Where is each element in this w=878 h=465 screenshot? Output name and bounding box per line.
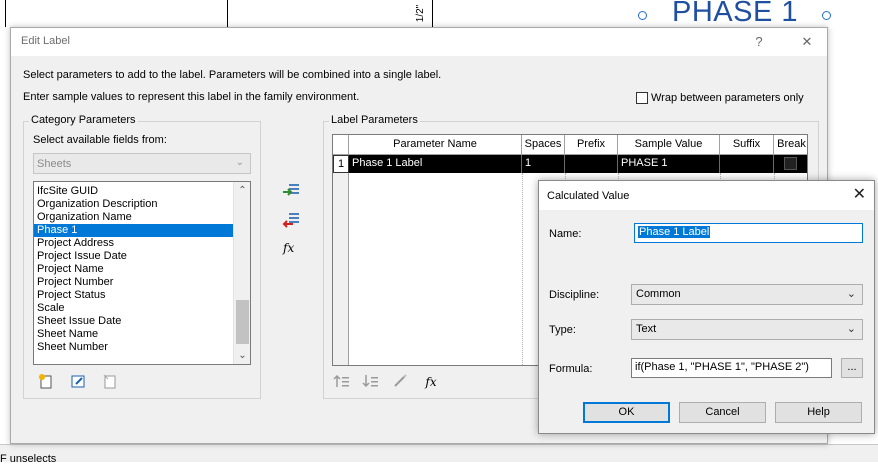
list-item[interactable]: Project Number: [34, 276, 233, 289]
list-item-selected[interactable]: Phase 1: [34, 224, 233, 237]
edit-parameter-icon[interactable]: [69, 373, 87, 391]
close-icon[interactable]: ✕: [853, 185, 866, 205]
dialog-title: Edit Label: [21, 35, 70, 47]
formula-browse-button[interactable]: ...: [841, 358, 863, 378]
intro-text-line1: Select parameters to add to the label. P…: [23, 69, 442, 81]
fx-calculated-icon[interactable]: fx: [283, 241, 303, 259]
list-scrollbar[interactable]: ⌃ ⌄: [233, 182, 250, 364]
scroll-up-icon[interactable]: ⌃: [234, 182, 250, 199]
discipline-value: Common: [636, 288, 681, 300]
move-up-icon[interactable]: [333, 373, 351, 391]
list-item[interactable]: Project Status: [34, 289, 233, 302]
grip-handle-right[interactable]: [822, 11, 831, 20]
list-item[interactable]: Project Issue Date: [34, 250, 233, 263]
category-group-title: Category Parameters: [29, 114, 138, 126]
drawing-line: [432, 0, 433, 27]
col-header-suffix[interactable]: Suffix: [720, 135, 774, 155]
cell-break[interactable]: [774, 155, 807, 173]
label-group-title: Label Parameters: [329, 114, 420, 126]
status-text: F unselects: [0, 453, 57, 465]
type-label: Type:: [549, 324, 576, 336]
list-item[interactable]: Sheet Number: [34, 341, 233, 354]
list-item[interactable]: Project Name: [34, 263, 233, 276]
status-bar: [0, 444, 878, 462]
list-item[interactable]: Sheet Issue Date: [34, 315, 233, 328]
calculated-value-dialog: Calculated Value ✕ Name: Phase 1 Label D…: [538, 180, 875, 434]
grip-handle-left[interactable]: [638, 11, 647, 20]
cell-sample-value[interactable]: PHASE 1: [618, 155, 720, 173]
formula-label: Formula:: [549, 363, 593, 375]
list-item[interactable]: IfcSite GUID: [34, 185, 233, 198]
wrap-checkbox[interactable]: [636, 92, 648, 104]
cell-suffix[interactable]: [720, 155, 774, 173]
edit-value-icon[interactable]: [392, 373, 410, 391]
col-header-break[interactable]: Break: [774, 135, 807, 155]
delete-parameter-icon[interactable]: [101, 373, 119, 391]
col-header-sample-value[interactable]: Sample Value: [618, 135, 720, 155]
type-select[interactable]: Text ⌄: [631, 319, 863, 340]
calc-title: Calculated Value: [547, 190, 630, 202]
close-button[interactable]: ✕: [795, 32, 819, 52]
name-field[interactable]: Phase 1 Label: [634, 223, 863, 243]
row-header-corner: [333, 135, 349, 155]
calc-titlebar[interactable]: Calculated Value ✕: [539, 181, 874, 210]
fx-edit-symbol: fx: [425, 375, 437, 389]
help-title-button[interactable]: ?: [747, 32, 771, 52]
list-item[interactable]: Scale: [34, 302, 233, 315]
grid-divider: [522, 173, 523, 365]
name-label: Name:: [549, 228, 582, 240]
cell-parameter-name[interactable]: Phase 1 Label: [349, 155, 522, 173]
list-item[interactable]: Sheet Name: [34, 328, 233, 341]
discipline-select[interactable]: Common ⌄: [631, 284, 863, 305]
ok-button[interactable]: OK: [583, 402, 670, 423]
row-header-column: [333, 155, 349, 365]
help-button[interactable]: Help: [775, 402, 862, 423]
type-value: Text: [636, 323, 657, 335]
name-field-value: Phase 1 Label: [638, 226, 711, 238]
cancel-button[interactable]: Cancel: [679, 402, 766, 423]
fx-edit-icon[interactable]: fx: [422, 373, 440, 391]
drawing-line: [5, 0, 6, 27]
source-category-combo[interactable]: Sheets ⌄: [33, 153, 251, 174]
table-row[interactable]: 1 Phase 1 Label 1 PHASE 1: [333, 155, 807, 173]
col-header-spaces[interactable]: Spaces: [522, 135, 565, 155]
chevron-down-icon: ⌄: [846, 323, 856, 335]
break-checkbox[interactable]: [784, 157, 797, 170]
formula-value: if(Phase 1, "PHASE 1", "PHASE 2"): [635, 361, 809, 373]
dimension-label: 1/2": [415, 4, 427, 23]
move-down-icon[interactable]: [362, 373, 380, 391]
available-fields-list[interactable]: IfcSite GUID Organization Description Or…: [33, 181, 251, 365]
chevron-down-icon: ⌄: [235, 157, 244, 168]
drawing-line: [227, 0, 228, 27]
phase-heading: PHASE 1: [672, 0, 798, 28]
list-item[interactable]: Organization Name: [34, 211, 233, 224]
cell-prefix[interactable]: [565, 155, 618, 173]
formula-field[interactable]: if(Phase 1, "PHASE 1", "PHASE 2"): [631, 358, 832, 378]
col-header-prefix[interactable]: Prefix: [565, 135, 618, 155]
fields-label: Select available fields from:: [33, 134, 167, 146]
dialog-titlebar[interactable]: Edit Label ? ✕: [11, 28, 827, 56]
cell-spaces[interactable]: 1: [522, 155, 565, 173]
new-parameter-icon[interactable]: [37, 373, 55, 391]
scroll-down-icon[interactable]: ⌄: [234, 347, 250, 364]
remove-parameter-icon[interactable]: [281, 211, 301, 229]
row-index[interactable]: 1: [333, 155, 349, 173]
wrap-checkbox-label: Wrap between parameters only: [651, 92, 804, 104]
col-header-parameter-name[interactable]: Parameter Name: [349, 135, 522, 155]
scroll-thumb[interactable]: [236, 300, 249, 344]
discipline-label: Discipline:: [549, 289, 600, 301]
intro-text-line2: Enter sample values to represent this la…: [23, 91, 360, 103]
chevron-down-icon: ⌄: [846, 288, 856, 300]
source-category-value: Sheets: [37, 158, 72, 170]
add-parameter-icon[interactable]: [281, 182, 301, 200]
list-item[interactable]: Project Address: [34, 237, 233, 250]
list-item[interactable]: Organization Description: [34, 198, 233, 211]
